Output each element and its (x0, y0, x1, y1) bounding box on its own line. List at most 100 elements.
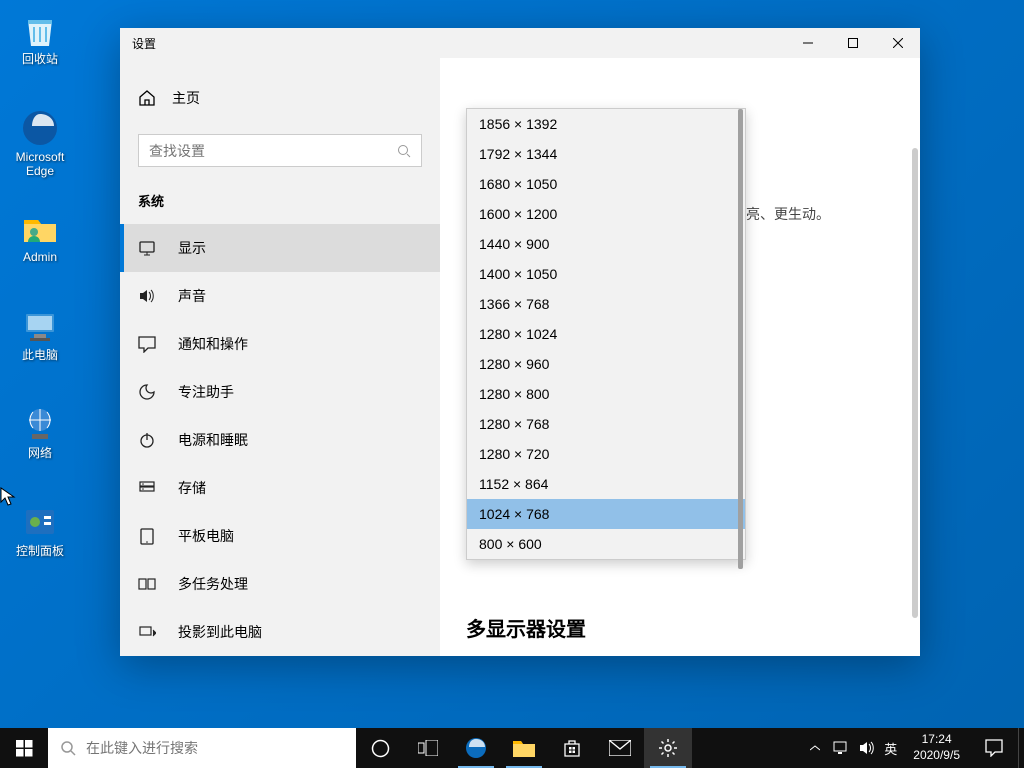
edge-icon (465, 737, 487, 759)
settings-search-input[interactable] (149, 143, 397, 159)
nav-group-title: 系统 (120, 167, 440, 224)
nav-item-label: 显示 (178, 238, 206, 258)
nav-item-power[interactable]: 电源和睡眠 (120, 416, 440, 464)
taskbar-search[interactable] (48, 728, 356, 768)
tray-chevron-up-icon[interactable] (806, 739, 824, 757)
nav-item-tablet[interactable]: 平板电脑 (120, 512, 440, 560)
nav-item-focus-assist[interactable]: 专注助手 (120, 368, 440, 416)
resolution-option[interactable]: 1600 × 1200 (467, 199, 745, 229)
control-panel-icon (20, 502, 60, 542)
resolution-dropdown[interactable]: 1856 × 13921792 × 13441680 × 10501600 × … (466, 108, 746, 560)
nav-list: 显示声音通知和操作专注助手电源和睡眠存储平板电脑多任务处理投影到此电脑 (120, 224, 440, 656)
task-view-button[interactable] (404, 728, 452, 768)
resolution-option[interactable]: 1280 × 800 (467, 379, 745, 409)
nav-item-label: 存储 (178, 478, 206, 498)
notification-center-button[interactable] (970, 728, 1018, 768)
resolution-option[interactable]: 1366 × 768 (467, 289, 745, 319)
taskbar-app-explorer[interactable] (500, 728, 548, 768)
sound-icon (138, 287, 156, 305)
home-link[interactable]: 主页 (120, 78, 440, 118)
multi-display-heading: 多显示器设置 (466, 613, 586, 642)
project-icon (138, 623, 156, 641)
window-title: 设置 (132, 35, 785, 52)
nav-item-label: 声音 (178, 286, 206, 306)
settings-main: 亮、更生动。 1856 × 13921792 × 13441680 × 1050… (440, 58, 920, 656)
resolution-option[interactable]: 1680 × 1050 (467, 169, 745, 199)
resolution-option[interactable]: 1280 × 1024 (467, 319, 745, 349)
resolution-option[interactable]: 1280 × 720 (467, 439, 745, 469)
desktop-icon-this-pc[interactable]: 此电脑 (2, 302, 78, 366)
network-icon (20, 404, 60, 444)
nav-item-storage[interactable]: 存储 (120, 464, 440, 512)
dropdown-scrollbar[interactable] (738, 109, 743, 569)
nav-item-label: 多任务处理 (178, 574, 248, 594)
show-desktop-button[interactable] (1018, 728, 1024, 768)
multitask-icon (138, 575, 156, 593)
resolution-option[interactable]: 1024 × 768 (467, 499, 745, 529)
desktop-icon-recycle-bin[interactable]: 回收站 (2, 6, 78, 70)
content-scrollbar[interactable] (912, 148, 918, 618)
taskbar-clock[interactable]: 17:24 2020/9/5 (903, 728, 970, 768)
nav-item-label: 专注助手 (178, 382, 234, 402)
titlebar[interactable]: 设置 (120, 28, 920, 58)
home-icon (138, 89, 156, 107)
resolution-option[interactable]: 800 × 600 (467, 529, 745, 559)
maximize-button[interactable] (830, 28, 875, 58)
folder-user-icon (20, 208, 60, 248)
desktop-icon-label: 网络 (28, 446, 52, 460)
settings-search[interactable] (138, 134, 422, 167)
storage-icon (138, 479, 156, 497)
store-icon (562, 738, 582, 758)
display-icon (138, 239, 156, 257)
multi-display-text: 一些旧式显示器可能不会进行自动连接，选择"检测"即可尝试手动连接。 (466, 654, 880, 656)
desktop-icon-edge[interactable]: Microsoft Edge (2, 104, 78, 183)
desktop-icon-control-panel[interactable]: 控制面板 (2, 498, 78, 562)
nav-item-label: 电源和睡眠 (178, 430, 248, 450)
recycle-bin-icon (20, 10, 60, 50)
taskbar-app-mail[interactable] (596, 728, 644, 768)
partial-text: 亮、更生动。 (746, 204, 830, 224)
settings-window: 设置 主页 系统 显示声音通知和操作专注助手电源和睡眠存储平板电脑多任务处理投影… (120, 28, 920, 656)
nav-item-sound[interactable]: 声音 (120, 272, 440, 320)
resolution-option[interactable]: 1280 × 960 (467, 349, 745, 379)
tray-volume-icon[interactable] (858, 739, 876, 757)
close-button[interactable] (875, 28, 920, 58)
gear-icon (658, 738, 678, 758)
clock-time: 17:24 (913, 732, 960, 748)
nav-item-notifications[interactable]: 通知和操作 (120, 320, 440, 368)
taskbar-search-input[interactable] (86, 740, 344, 756)
resolution-option[interactable]: 1440 × 900 (467, 229, 745, 259)
desktop-icon-admin[interactable]: Admin (2, 204, 78, 268)
nav-item-multitask[interactable]: 多任务处理 (120, 560, 440, 608)
taskbar-app-store[interactable] (548, 728, 596, 768)
resolution-option[interactable]: 1792 × 1344 (467, 139, 745, 169)
notifications-icon (138, 335, 156, 353)
nav-item-label: 投影到此电脑 (178, 622, 262, 642)
start-button[interactable] (0, 728, 48, 768)
desktop-icon-label: 控制面板 (16, 544, 64, 558)
resolution-option[interactable]: 1856 × 1392 (467, 109, 745, 139)
resolution-option[interactable]: 1400 × 1050 (467, 259, 745, 289)
nav-item-label: 通知和操作 (178, 334, 248, 354)
ime-indicator[interactable]: 英 (884, 739, 897, 758)
nav-item-project[interactable]: 投影到此电脑 (120, 608, 440, 656)
minimize-button[interactable] (785, 28, 830, 58)
resolution-option[interactable]: 1280 × 768 (467, 409, 745, 439)
mail-icon (609, 740, 631, 756)
resolution-option[interactable]: 1152 × 864 (467, 469, 745, 499)
desktop-icon-network[interactable]: 网络 (2, 400, 78, 464)
desktop-icon-label: 回收站 (22, 52, 58, 66)
desktop-icon-label: Microsoft Edge (6, 150, 74, 179)
search-icon (397, 144, 411, 158)
clock-date: 2020/9/5 (913, 748, 960, 764)
tray-network-icon[interactable] (832, 739, 850, 757)
power-icon (138, 431, 156, 449)
taskbar-app-edge[interactable] (452, 728, 500, 768)
taskbar-app-settings[interactable] (644, 728, 692, 768)
settings-sidebar: 主页 系统 显示声音通知和操作专注助手电源和睡眠存储平板电脑多任务处理投影到此电… (120, 58, 440, 656)
cortana-button[interactable] (356, 728, 404, 768)
computer-icon (20, 306, 60, 346)
system-tray[interactable]: 英 (800, 728, 903, 768)
nav-item-display[interactable]: 显示 (120, 224, 440, 272)
nav-item-label: 平板电脑 (178, 526, 234, 546)
